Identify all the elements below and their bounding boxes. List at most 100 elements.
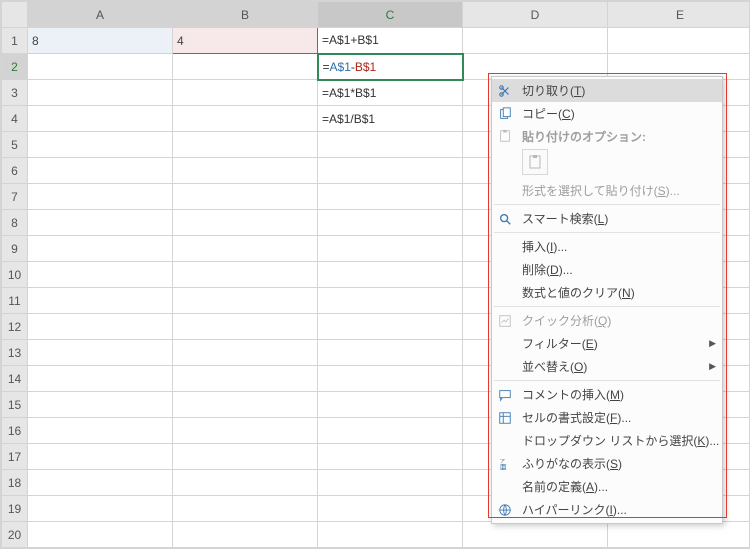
select-all-corner[interactable] xyxy=(2,2,28,28)
cell-C16[interactable] xyxy=(318,418,463,444)
col-header-B[interactable]: B xyxy=(173,2,318,28)
cell-C6[interactable] xyxy=(318,158,463,184)
row-header-12[interactable]: 12 xyxy=(2,314,28,340)
paste-button[interactable] xyxy=(522,149,548,175)
cell-B20[interactable] xyxy=(173,522,318,548)
cell-B11[interactable] xyxy=(173,288,318,314)
cell-C17[interactable] xyxy=(318,444,463,470)
cell-D20[interactable] xyxy=(463,522,608,548)
cell-B4[interactable] xyxy=(173,106,318,132)
cell-A2[interactable] xyxy=(28,54,173,80)
cell-A7[interactable] xyxy=(28,184,173,210)
cell-C4[interactable]: =A$1/B$1 xyxy=(318,106,463,132)
menu-insert-comment[interactable]: コメントの挿入(M) xyxy=(492,383,722,406)
cell-B15[interactable] xyxy=(173,392,318,418)
menu-sort[interactable]: 並べ替え(O) ▶ xyxy=(492,355,722,378)
menu-filter[interactable]: フィルター(E) ▶ xyxy=(492,332,722,355)
menu-cut[interactable]: 切り取り(T) xyxy=(492,79,722,102)
col-header-A[interactable]: A xyxy=(28,2,173,28)
cell-B9[interactable] xyxy=(173,236,318,262)
col-header-C[interactable]: C xyxy=(318,2,463,28)
cell-C20[interactable] xyxy=(318,522,463,548)
cell-C3[interactable]: =A$1*B$1 xyxy=(318,80,463,106)
cell-C11[interactable] xyxy=(318,288,463,314)
menu-format-cells[interactable]: セルの書式設定(F)... xyxy=(492,406,722,429)
cell-B13[interactable] xyxy=(173,340,318,366)
cell-A8[interactable] xyxy=(28,210,173,236)
row-header-11[interactable]: 11 xyxy=(2,288,28,314)
cell-C2[interactable]: =A$1-B$1 xyxy=(318,54,463,80)
cell-A4[interactable] xyxy=(28,106,173,132)
row-header-5[interactable]: 5 xyxy=(2,132,28,158)
row-header-2[interactable]: 2 xyxy=(2,54,28,80)
cell-C18[interactable] xyxy=(318,470,463,496)
cell-C7[interactable] xyxy=(318,184,463,210)
menu-copy[interactable]: コピー(C) xyxy=(492,102,722,125)
cell-A9[interactable] xyxy=(28,236,173,262)
cell-B8[interactable] xyxy=(173,210,318,236)
cell-C10[interactable] xyxy=(318,262,463,288)
cell-C1[interactable]: =A$1+B$1 xyxy=(318,28,463,54)
menu-hyperlink[interactable]: ハイパーリンク(I)... xyxy=(492,498,722,521)
cell-A20[interactable] xyxy=(28,522,173,548)
cell-B16[interactable] xyxy=(173,418,318,444)
cell-B12[interactable] xyxy=(173,314,318,340)
col-header-D[interactable]: D xyxy=(463,2,608,28)
row-header-15[interactable]: 15 xyxy=(2,392,28,418)
cell-A19[interactable] xyxy=(28,496,173,522)
cell-B3[interactable] xyxy=(173,80,318,106)
row-header-10[interactable]: 10 xyxy=(2,262,28,288)
cell-B17[interactable] xyxy=(173,444,318,470)
row-header-8[interactable]: 8 xyxy=(2,210,28,236)
cell-A11[interactable] xyxy=(28,288,173,314)
cell-B5[interactable] xyxy=(173,132,318,158)
cell-A12[interactable] xyxy=(28,314,173,340)
cell-B7[interactable] xyxy=(173,184,318,210)
cell-A5[interactable] xyxy=(28,132,173,158)
col-header-E[interactable]: E xyxy=(608,2,750,28)
cell-C14[interactable] xyxy=(318,366,463,392)
cell-C13[interactable] xyxy=(318,340,463,366)
cell-C12[interactable] xyxy=(318,314,463,340)
cell-B1[interactable]: 4 xyxy=(173,28,318,54)
cell-E20[interactable] xyxy=(608,522,750,548)
cell-A16[interactable] xyxy=(28,418,173,444)
cell-C19[interactable] xyxy=(318,496,463,522)
cell-A10[interactable] xyxy=(28,262,173,288)
cell-B10[interactable] xyxy=(173,262,318,288)
cell-B14[interactable] xyxy=(173,366,318,392)
cell-B2[interactable] xyxy=(173,54,318,80)
cell-A3[interactable] xyxy=(28,80,173,106)
cell-A17[interactable] xyxy=(28,444,173,470)
cell-E1[interactable] xyxy=(608,28,750,54)
row-header-1[interactable]: 1 xyxy=(2,28,28,54)
cell-B6[interactable] xyxy=(173,158,318,184)
menu-smart-lookup[interactable]: スマート検索(L) xyxy=(492,207,722,230)
row-header-7[interactable]: 7 xyxy=(2,184,28,210)
row-header-4[interactable]: 4 xyxy=(2,106,28,132)
cell-B18[interactable] xyxy=(173,470,318,496)
cell-A14[interactable] xyxy=(28,366,173,392)
cell-C5[interactable] xyxy=(318,132,463,158)
menu-clear[interactable]: 数式と値のクリア(N) xyxy=(492,281,722,304)
row-header-9[interactable]: 9 xyxy=(2,236,28,262)
row-header-19[interactable]: 19 xyxy=(2,496,28,522)
row-header-16[interactable]: 16 xyxy=(2,418,28,444)
row-header-18[interactable]: 18 xyxy=(2,470,28,496)
cell-C15[interactable] xyxy=(318,392,463,418)
cell-A15[interactable] xyxy=(28,392,173,418)
menu-insert[interactable]: 挿入(I)... xyxy=(492,235,722,258)
row-header-17[interactable]: 17 xyxy=(2,444,28,470)
cell-C8[interactable] xyxy=(318,210,463,236)
cell-A13[interactable] xyxy=(28,340,173,366)
menu-delete[interactable]: 削除(D)... xyxy=(492,258,722,281)
row-header-6[interactable]: 6 xyxy=(2,158,28,184)
menu-pick-from-list[interactable]: ドロップダウン リストから選択(K)... xyxy=(492,429,722,452)
cell-C9[interactable] xyxy=(318,236,463,262)
row-header-14[interactable]: 14 xyxy=(2,366,28,392)
cell-D1[interactable] xyxy=(463,28,608,54)
cell-A1[interactable]: 8 xyxy=(28,28,173,54)
cell-A6[interactable] xyxy=(28,158,173,184)
cell-A18[interactable] xyxy=(28,470,173,496)
menu-define-name[interactable]: 名前の定義(A)... xyxy=(492,475,722,498)
